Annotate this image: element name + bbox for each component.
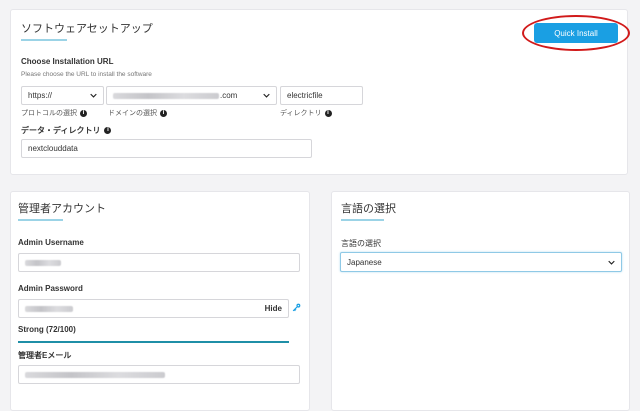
chevron-down-icon (263, 93, 270, 98)
data-dir-input[interactable]: nextclouddata (21, 139, 312, 158)
protocol-value: https:// (28, 91, 53, 100)
admin-email-label: 管理者Eメール (18, 351, 72, 360)
domain-caption: ドメインの選択 i (108, 108, 167, 118)
directory-input[interactable]: electricfile (280, 86, 363, 105)
protocol-caption: プロトコルの選択 i (21, 108, 87, 118)
admin-password-label: Admin Password (18, 284, 83, 293)
password-strength-text: Strong (72/100) (18, 325, 76, 334)
hide-password-toggle[interactable]: Hide (265, 304, 282, 313)
redacted-username (25, 259, 61, 266)
admin-username-label: Admin Username (18, 238, 84, 247)
language-selected-value: Japanese (347, 257, 382, 267)
info-icon: i (104, 127, 112, 134)
info-icon: i (324, 109, 332, 117)
directory-caption: ディレクトリ i (280, 108, 332, 118)
chevron-down-icon (90, 93, 97, 98)
domain-select[interactable]: .com (106, 86, 277, 105)
admin-email-input[interactable] (18, 365, 300, 384)
language-title: 言語の選択 (341, 203, 396, 215)
data-dir-label: データ・ディレクトリ i (21, 125, 112, 136)
admin-title: 管理者アカウント (18, 203, 106, 215)
redacted-email (25, 371, 165, 378)
protocol-select[interactable]: https:// (21, 86, 104, 105)
language-card (331, 191, 630, 411)
info-icon: i (80, 109, 87, 117)
language-select[interactable]: Japanese (340, 252, 622, 272)
language-title-underline (341, 219, 384, 221)
annotation-circle (522, 15, 630, 51)
admin-title-underline (18, 219, 63, 221)
domain-value: .com (113, 91, 237, 100)
info-icon: i (160, 109, 167, 117)
setup-title: ソフトウェアセットアップ (21, 23, 153, 35)
admin-password-input[interactable]: Hide (18, 299, 289, 318)
admin-username-input[interactable] (18, 253, 300, 272)
redacted-password (25, 305, 73, 312)
redacted-domain (113, 92, 219, 99)
choose-url-hint: Please choose the URL to install the sof… (21, 71, 152, 78)
language-select-label: 言語の選択 (341, 239, 381, 248)
choose-url-label: Choose Installation URL (21, 57, 114, 66)
chevron-down-icon (608, 260, 615, 265)
setup-title-underline (21, 39, 67, 41)
password-strength-bar (18, 341, 289, 343)
key-icon[interactable] (292, 303, 301, 312)
